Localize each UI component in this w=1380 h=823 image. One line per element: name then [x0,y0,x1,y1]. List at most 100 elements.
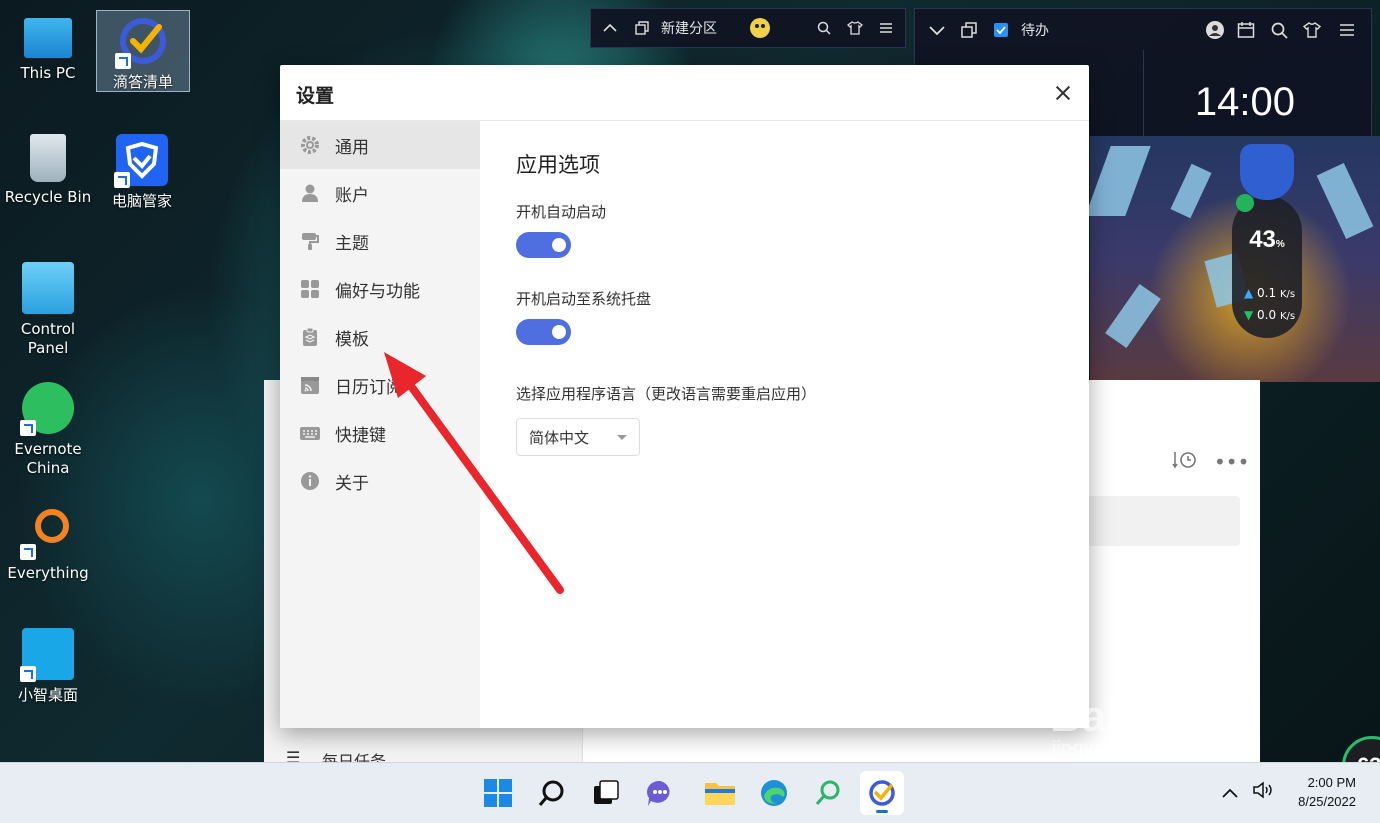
magnifier-icon [815,780,840,805]
nav-item-label: 模板 [335,329,369,350]
desktop-icon-pc-manager[interactable]: 电脑管家 [96,134,188,211]
upload-unit: K/s [1279,289,1296,300]
grid-icon [300,279,320,299]
autostart-label: 开机自动启动 [516,203,607,221]
search-icon[interactable] [817,9,831,47]
window-restore-icon[interactable] [961,9,977,51]
nav-item-about[interactable]: 关于 [280,457,480,505]
cpu-unit: % [1275,239,1285,250]
desktop-icon-dida[interactable]: 滴答清单 [96,10,190,92]
nav-item-calendar-subscription[interactable]: 日历订阅 [280,361,480,409]
windows-logo-icon [484,779,512,807]
task-view-button[interactable] [584,771,628,815]
nav-item-label: 日历订阅 [335,377,403,398]
checkbox-checked-icon [993,9,1009,51]
autostart-toggle[interactable] [516,232,571,258]
file-explorer-button[interactable] [698,771,742,815]
language-label: 选择应用程序语言（更改语言需要重启应用） [516,385,817,403]
nav-item-account[interactable]: 账户 [280,169,480,217]
desktop-icon-this-pc[interactable]: This PC [2,14,94,83]
partition-widget-bar: 新建分区 [590,8,906,48]
download-speed: 0.0 [1257,308,1277,322]
download-unit: K/s [1279,311,1296,322]
section-title: 应用选项 [516,153,600,177]
desktop-icon-evernote[interactable]: Evernote China [2,382,94,478]
shirt-icon[interactable] [847,9,863,47]
edge-icon [761,780,787,806]
shortcut-arrow-icon [20,420,36,436]
chevron-up-icon[interactable] [603,9,617,47]
start-to-tray-toggle[interactable] [516,319,571,345]
chat-icon [647,780,670,806]
chevron-down-icon[interactable] [929,9,945,51]
desktop-icon-label: 滴答清单 [112,73,173,91]
shortcut-arrow-icon [114,172,130,188]
baidu-watermark-url: jingyan.baidu.com [1052,738,1214,760]
background-input-bar [1086,496,1240,546]
shield-check-icon [1236,194,1254,212]
nav-item-preferences[interactable]: 偏好与功能 [280,265,480,313]
dida-app-icon [115,15,169,69]
system-monitor-widget[interactable]: 43% ▲ 0.1 K/s ▼ 0.0 K/s [1232,144,1302,338]
desktop-icon-label: Recycle Bin [4,188,92,206]
taskbar-search-button[interactable] [530,771,574,815]
partition-title: 新建分区 [661,21,717,37]
nav-item-label: 通用 [335,137,369,158]
upload-speed: 0.1 [1257,286,1277,300]
desktop-grid-icon [20,628,74,682]
nav-item-general[interactable]: 通用 [280,121,480,169]
language-select[interactable]: 简体中文 [516,418,640,456]
tray-clock[interactable]: 2:00 PM 8/25/2022 [1298,773,1356,811]
control-panel-icon [22,262,74,314]
more-icon[interactable]: ••• [1214,450,1249,474]
crystal-shape [1170,163,1212,219]
desktop-icon-control-panel[interactable]: Control Panel [2,262,94,358]
calendar-icon[interactable] [1237,9,1255,51]
speaker-icon[interactable] [1252,781,1276,803]
dida-app-icon [869,780,895,806]
dida-taskbar-button[interactable] [860,771,904,815]
desktop-icon-recycle-bin[interactable]: Recycle Bin [2,134,94,207]
close-icon[interactable] [1051,81,1075,105]
desktop-icon-label: Evernote China [14,440,82,477]
start-button[interactable] [476,771,520,815]
task-view-icon [594,780,619,804]
window-restore-icon[interactable] [635,9,649,47]
desktop-icon-label: This PC [20,64,76,82]
settings-sidebar: 通用 账户 主题 偏好与功能 模板 日历订阅 快捷键 关于 [280,121,480,728]
elephant-icon [20,382,74,436]
shortcut-arrow-icon [20,544,36,560]
nav-item-theme[interactable]: 主题 [280,217,480,265]
nav-item-templates[interactable]: 模板 [280,313,480,361]
shirt-icon[interactable] [1303,9,1321,51]
clipboard-icon [300,327,320,347]
crystal-shape [1316,162,1374,240]
tray-chevron-up-icon[interactable] [1222,783,1238,802]
search-icon [538,780,564,806]
magnifier-icon [20,506,74,560]
nav-item-shortcuts[interactable]: 快捷键 [280,409,480,457]
desktop-icon-everything[interactable]: Everything [2,506,94,583]
keyboard-icon [300,423,320,443]
settings-content: 应用选项 开机自动启动 开机启动至系统托盘 选择应用程序语言（更改语言需要重启应… [516,121,1089,456]
user-avatar-icon[interactable] [1205,9,1225,51]
search-icon[interactable] [1271,9,1288,51]
baidu-watermark: Baidu经验 [1050,692,1261,741]
menu-icon[interactable] [1339,9,1355,51]
monitor-icon [24,18,72,58]
active-indicator [876,810,888,813]
nav-item-label: 快捷键 [335,425,386,446]
recycle-bin-icon [30,134,66,182]
sort-clock-icon[interactable] [1172,450,1198,474]
gear-icon [300,135,320,155]
dialog-title: 设置 [296,85,335,107]
edge-browser-button[interactable] [752,771,796,815]
menu-icon[interactable] [879,9,893,47]
chat-button[interactable] [638,771,682,815]
green-search-app-button[interactable] [806,771,850,815]
todo-title: 待办 [1021,23,1049,39]
user-avatar-icon[interactable] [749,9,771,47]
desktop-icon-xiaozhi[interactable]: 小智桌面 [2,628,94,705]
widget-divider [1143,50,1144,136]
folder-icon [705,783,735,805]
